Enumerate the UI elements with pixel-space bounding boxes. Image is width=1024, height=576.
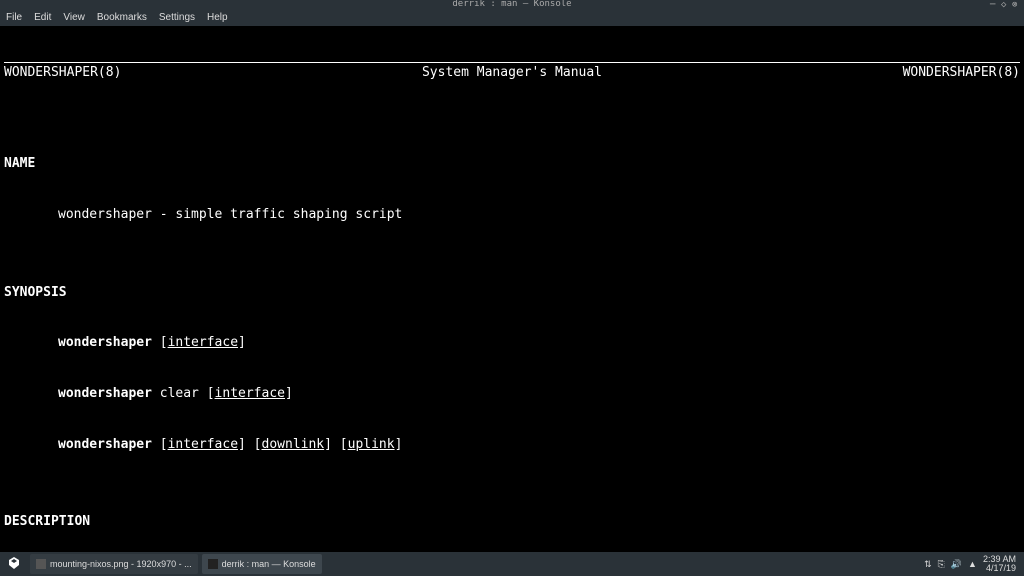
menu-help[interactable]: Help	[207, 12, 228, 23]
menu-settings[interactable]: Settings	[159, 12, 195, 23]
menu-file[interactable]: File	[6, 12, 22, 23]
app-launcher-icon[interactable]	[0, 552, 28, 576]
section-synopsis: SYNOPSIS	[4, 285, 1020, 302]
menubar: File Edit View Bookmarks Settings Help	[0, 8, 1024, 26]
task-item-konsole[interactable]: derrik : man — Konsole	[202, 554, 322, 574]
task-label: derrik : man — Konsole	[222, 559, 316, 569]
chevron-up-icon[interactable]: ▲	[968, 559, 977, 569]
clock[interactable]: 2:39 AM 4/17/19	[983, 555, 1016, 573]
man-header-left: WONDERSHAPER(8)	[4, 65, 121, 82]
clipboard-icon[interactable]: ⎘	[938, 559, 945, 570]
system-tray: ⇅ ⎘ 🔊 ▲ 2:39 AM 4/17/19	[916, 555, 1024, 573]
name-line: wondershaper - simple traffic shaping sc…	[4, 207, 1020, 224]
taskbar: mounting-nixos.png - 1920x970 - ... derr…	[0, 552, 1024, 576]
section-description: DESCRIPTION	[4, 514, 1020, 531]
window-titlebar: derrik : man — Konsole ─ ◇ ⊗	[0, 0, 1024, 8]
volume-icon[interactable]: 🔊	[951, 559, 962, 570]
menu-bookmarks[interactable]: Bookmarks	[97, 12, 147, 23]
close-icon[interactable]: ⊗	[1012, 0, 1020, 8]
window-title: derrik : man — Konsole	[452, 0, 571, 9]
window-controls: ─ ◇ ⊗	[990, 0, 1020, 8]
image-icon	[36, 559, 46, 569]
maximize-icon[interactable]: ◇	[1001, 0, 1009, 8]
menu-view[interactable]: View	[63, 12, 85, 23]
synopsis-line-1: wondershaper [interface]	[4, 335, 1020, 352]
man-header: WONDERSHAPER(8) System Manager's Manual …	[4, 62, 1020, 82]
man-header-center: System Manager's Manual	[422, 65, 602, 82]
synopsis-line-2: wondershaper clear [interface]	[4, 386, 1020, 403]
clock-date: 4/17/19	[983, 564, 1016, 573]
terminal-icon	[208, 559, 218, 569]
man-header-right: WONDERSHAPER(8)	[903, 65, 1020, 82]
task-item-image[interactable]: mounting-nixos.png - 1920x970 - ...	[30, 554, 198, 574]
terminal[interactable]: WONDERSHAPER(8) System Manager's Manual …	[0, 26, 1024, 552]
section-name: NAME	[4, 156, 1020, 173]
task-label: mounting-nixos.png - 1920x970 - ...	[50, 559, 192, 569]
menu-edit[interactable]: Edit	[34, 12, 51, 23]
minimize-icon[interactable]: ─	[990, 0, 998, 8]
network-icon[interactable]: ⇅	[924, 559, 932, 570]
synopsis-line-3: wondershaper [interface] [downlink] [upl…	[4, 437, 1020, 454]
